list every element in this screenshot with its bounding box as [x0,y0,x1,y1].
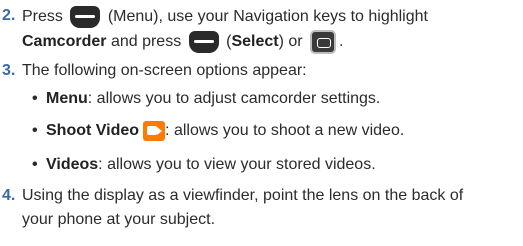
bullet-text: Videos: allows you to view your stored v… [46,155,376,175]
step-3: 3. The following on-screen options appea… [0,61,523,81]
step-2-line-2: Camcorder and press (Select) or . [22,30,343,54]
bullet-dot: • [32,156,38,173]
ok-key-icon [310,30,337,54]
bullet-menu: • Menu: allows you to adjust camcorder s… [0,89,523,109]
step-text: (Menu), use your Navigation keys to high… [107,8,428,26]
menu-key-icon [188,31,219,53]
step-text: The following on-screen options appear: [22,62,307,79]
step-text: Using the display as a viewfinder, point… [22,187,464,204]
bullet-text: Menu: allows you to adjust camcorder set… [46,89,380,109]
menu-key-icon [70,6,101,28]
bullet-dot: • [32,122,38,139]
camcorder-label: Camcorder [22,33,107,51]
step-2-line-1: Press (Menu), use your Navigation keys t… [22,6,428,28]
period: . [339,33,344,51]
bullet-shoot-video: • Shoot Video : allows you to shoot a new… [0,121,523,143]
step-2: 2. Press (Menu), use your Navigation key… [0,6,523,54]
step-text: Press [22,8,63,26]
bullet-dot: • [32,90,38,107]
step-number: 3. [2,62,16,79]
bullet-desc: : allows you to shoot a new video. [165,122,405,140]
step-number: 2. [2,7,16,24]
bullet-term: Menu [46,90,88,107]
paren-close: ) or [278,33,303,51]
bullet-term: Shoot Video [46,122,140,140]
bullet-text: Shoot Video : allows you to shoot a new v… [46,121,404,141]
bullet-videos: • Videos: allows you to view your stored… [0,155,523,175]
step-number: 4. [2,187,16,204]
bullet-term: Videos [46,156,99,173]
step-4: 4. Using the display as a viewfinder, po… [0,186,523,234]
step-text: and press [110,33,182,51]
bullet-desc: : allows you to view your stored videos. [98,156,376,173]
select-label: Select [231,33,279,51]
step-text: your phone at your subject. [22,211,216,228]
video-camera-icon [143,121,166,141]
bullet-desc: : allows you to adjust camcorder setting… [87,90,381,107]
